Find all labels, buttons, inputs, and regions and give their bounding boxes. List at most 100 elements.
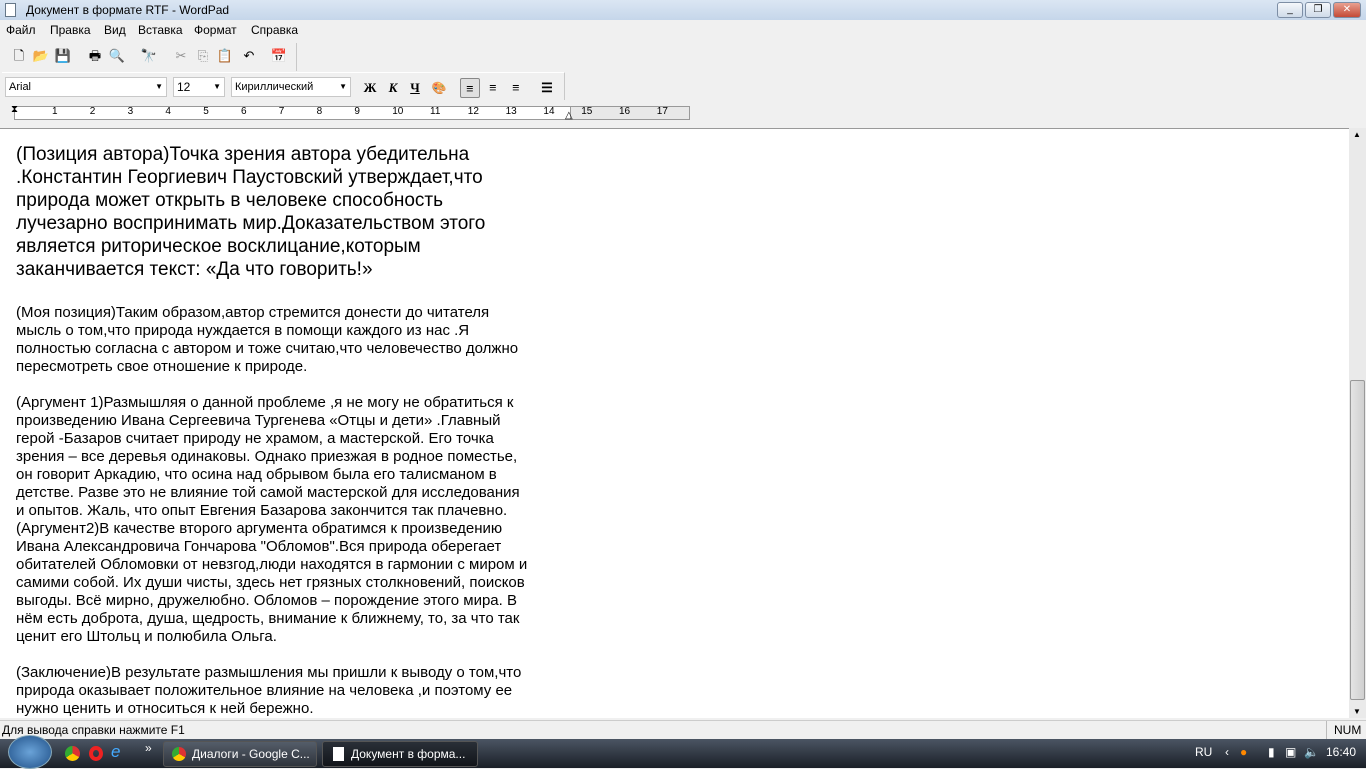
italic-button[interactable]: К — [383, 78, 403, 98]
underline-button[interactable]: Ч — [405, 78, 425, 98]
right-indent-marker-icon[interactable]: △ — [565, 110, 573, 121]
ruler-number: 14 — [543, 106, 555, 117]
document-line: лучезарно воспринимать мир.Доказательств… — [16, 213, 486, 234]
paste-icon[interactable]: 📋 — [216, 47, 234, 65]
color-button[interactable]: 🎨 — [429, 78, 449, 98]
document-line: природа может открыть в человеке способн… — [16, 190, 443, 211]
close-button[interactable]: ✕ — [1333, 2, 1361, 18]
chrome-icon — [172, 747, 186, 761]
document-line: обитателей Обломовки от невзгод,люди нах… — [16, 556, 528, 573]
script-select[interactable]: Кириллический ▼ — [231, 77, 351, 97]
maximize-button[interactable]: ❐ — [1305, 2, 1331, 18]
ruler-number: 13 — [505, 106, 517, 117]
document-line: полностью согласна с автором и тоже счит… — [16, 340, 519, 357]
ruler-number: 2 — [89, 106, 96, 117]
task-label: Документ в форма... — [351, 747, 466, 761]
ruler-number: 10 — [392, 106, 404, 117]
minimize-button[interactable]: _ — [1277, 2, 1303, 18]
align-right-button[interactable]: ≡ — [506, 78, 526, 98]
toolbar: 🗋 📂 💾 🖶 🔍 🔭 ✂ ⎘ 📋 ↶ 📅 — [2, 43, 297, 71]
document-line: нужно ценить и относиться к ней бережно. — [16, 700, 314, 717]
ruler-number: 6 — [241, 106, 247, 117]
document-area[interactable]: (Позиция автора)Точка зрения автора убед… — [0, 128, 1349, 718]
menu-file[interactable]: Файл — [6, 20, 36, 40]
menu-edit[interactable]: Правка — [50, 20, 91, 40]
document-line: (Аргумент 1)Размышляя о данной проблеме … — [16, 394, 514, 411]
clock[interactable]: 16:40 — [1326, 745, 1356, 759]
status-num: NUM — [1326, 721, 1361, 740]
align-left-button[interactable]: ≡ — [460, 78, 480, 98]
scroll-down-icon[interactable]: ▼ — [1353, 707, 1361, 716]
task-wordpad[interactable]: Документ в форма... — [322, 741, 478, 767]
font-select[interactable]: Arial ▼ — [5, 77, 167, 97]
ruler[interactable]: ⧗ △ 1 2 3 4 5 6 7 8 9 10 11 12 13 14 15 16 17 — [0, 104, 1366, 124]
size-select[interactable]: 12 ▼ — [173, 77, 225, 97]
document-line: .Константин Георгиевич Паустовский утвер… — [16, 167, 483, 188]
document-line: детстве. Разве это не влияние той самой … — [16, 484, 520, 501]
ruler-number: 7 — [278, 106, 285, 117]
vertical-scrollbar[interactable]: ▲ ▼ — [1349, 128, 1366, 718]
ruler-number: 16 — [619, 106, 631, 117]
task-chrome[interactable]: Диалоги - Google C... — [163, 741, 317, 767]
ruler-number: 11 — [430, 106, 441, 117]
language-indicator[interactable]: RU — [1195, 745, 1212, 759]
document-line: выгоды. Всё мирно, дружелюбно. Обломов –… — [16, 592, 517, 609]
taskbar: e » Диалоги - Google C... Документ в фор… — [0, 735, 1366, 769]
document-line: мысль о том,что природа нуждается в помо… — [16, 322, 470, 339]
document-line: (Позиция автора)Точка зрения автора убед… — [16, 144, 470, 165]
ruler-number: 17 — [656, 106, 668, 117]
ruler-number: 3 — [127, 106, 134, 117]
document-line: (Заключение)В результате размышления мы … — [16, 664, 522, 681]
network-icon[interactable]: ▣ — [1285, 745, 1296, 759]
menu-view[interactable]: Вид — [104, 20, 126, 40]
ruler-number: 12 — [467, 106, 479, 117]
undo-icon[interactable]: ↶ — [240, 47, 258, 65]
document-line: заканчивается текст: «Да что говорить!» — [16, 259, 373, 280]
chevron-down-icon: ▼ — [155, 82, 163, 91]
ruler-number: 1 — [52, 106, 58, 117]
ruler-number: 15 — [581, 106, 593, 117]
start-button[interactable] — [8, 735, 52, 769]
chrome-icon[interactable] — [65, 746, 80, 761]
wordpad-icon — [5, 3, 16, 17]
open-icon[interactable]: 📂 — [32, 47, 50, 65]
document-line: ценит его Штольц и полюбила Ольга. — [16, 628, 277, 645]
scroll-thumb[interactable] — [1350, 380, 1365, 700]
volume-icon[interactable]: 🔈 — [1304, 745, 1319, 759]
opera-icon[interactable] — [89, 746, 103, 761]
document-line: является риторическое восклицание,которы… — [16, 236, 421, 257]
cut-icon[interactable]: ✂ — [172, 47, 190, 65]
document-line: пересмотреть свое отношение к природе. — [16, 358, 308, 375]
align-center-button[interactable]: ≡ — [483, 78, 503, 98]
document-line: (Моя позиция)Таким образом,автор стремит… — [16, 304, 490, 321]
power-icon[interactable]: ▮ — [1268, 745, 1275, 759]
indent-marker-icon[interactable]: ⧗ — [11, 104, 18, 115]
font-value: Arial — [9, 81, 32, 93]
bullets-button[interactable]: ☰ — [537, 78, 557, 98]
chevron-down-icon: ▼ — [213, 82, 221, 91]
script-value: Кириллический — [235, 81, 314, 93]
copy-icon[interactable]: ⎘ — [194, 47, 212, 65]
quicklaunch-more[interactable]: » — [145, 741, 152, 755]
menu-insert[interactable]: Вставка — [138, 20, 183, 40]
menu-format[interactable]: Формат — [194, 20, 237, 40]
document-line: он говорит Аркадию, что осина над обрыво… — [16, 466, 497, 483]
show-hidden-icons[interactable]: ‹ — [1225, 745, 1229, 759]
new-icon[interactable]: 🗋 — [10, 47, 28, 65]
title-bar: Документ в формате RTF - WordPad _ ❐ ✕ — [0, 0, 1366, 20]
document-line: и опытов. Жаль, что опыт Евгения Базаров… — [16, 502, 508, 519]
window-title: Документ в формате RTF - WordPad — [26, 3, 230, 17]
scroll-up-icon[interactable]: ▲ — [1353, 130, 1361, 139]
find-icon[interactable]: 🔭 — [140, 47, 158, 65]
ie-icon[interactable]: e — [111, 742, 120, 762]
chevron-down-icon: ▼ — [339, 82, 347, 91]
print-icon[interactable]: 🖶 — [86, 47, 104, 65]
format-bar: Arial ▼ 12 ▼ Кириллический ▼ Ж К Ч 🎨 ≡ ≡ ≡ … — [2, 72, 565, 100]
menu-help[interactable]: Справка — [251, 20, 298, 40]
avast-icon[interactable]: ● — [1240, 745, 1247, 759]
bold-button[interactable]: Ж — [360, 78, 380, 98]
size-value: 12 — [177, 80, 191, 94]
save-icon[interactable]: 💾 — [54, 47, 72, 65]
datetime-icon[interactable]: 📅 — [270, 47, 288, 65]
print-preview-icon[interactable]: 🔍 — [108, 47, 126, 65]
